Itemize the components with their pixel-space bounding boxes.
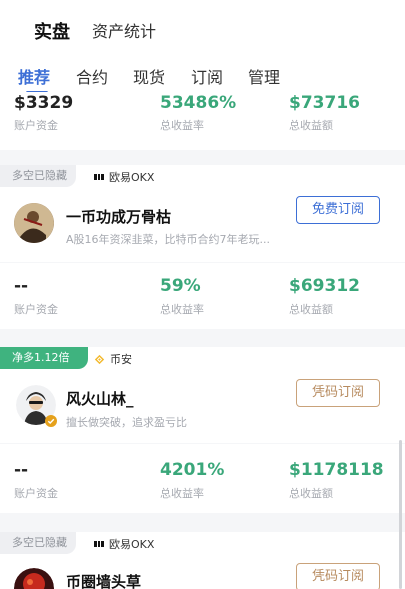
trader-stats-row: $3329 账户资金 53486% 总收益率 $73716 总收益额 <box>0 92 405 150</box>
position-hidden-tag: 多空已隐藏 <box>0 532 76 554</box>
trader-stats-row: -- 账户资金 4201% 总收益率 $1178118 总收益额 <box>0 444 405 513</box>
exchange-name: 欧易OKX <box>109 538 155 551</box>
subtab-subscriptions[interactable]: 订阅 <box>191 64 223 88</box>
total-profit-value: $1178118 <box>289 460 384 480</box>
total-return-rate-label: 总收益率 <box>160 487 204 500</box>
account-capital-label: 账户资金 <box>14 119 58 132</box>
copy-trading-screen: 实盘 资产统计 推荐 合约 现货 订阅 管理 $3329 账户资金 53486%… <box>0 0 405 589</box>
scrollbar[interactable] <box>399 440 402 589</box>
account-capital-value: $3329 <box>14 93 74 113</box>
account-capital-value: -- <box>14 276 29 296</box>
exchange-label: 币安 <box>94 351 132 367</box>
subtab-spot[interactable]: 现货 <box>133 64 165 88</box>
trader-card[interactable]: 多空已隐藏 欧易OKX 币圈墙头草 凭码订阅 <box>0 532 405 589</box>
total-return-rate-label: 总收益率 <box>160 119 204 132</box>
exchange-label: 欧易OKX <box>94 536 154 552</box>
total-return-rate-value: 59% <box>160 276 201 296</box>
total-return-rate-label: 总收益率 <box>160 303 204 316</box>
free-subscribe-button[interactable]: 免费订阅 <box>296 196 380 224</box>
total-return-rate-value: 4201% <box>160 460 225 480</box>
trader-name[interactable]: 一币功成万骨枯 <box>66 206 171 227</box>
trader-description: A股16年资深韭菜，比特币合约7年老玩... <box>66 233 271 246</box>
net-long-tag: 净多1.12倍 <box>0 347 88 369</box>
trader-name[interactable]: 币圈墙头草 <box>66 571 141 589</box>
header: 实盘 资产统计 推荐 合约 现货 订阅 管理 <box>0 0 405 94</box>
tab-asset-statistics[interactable]: 资产统计 <box>92 18 156 42</box>
account-capital-label: 账户资金 <box>14 303 58 316</box>
exchange-label: 欧易OKX <box>94 169 154 185</box>
trader-description: 擅长做突破，追求盈亏比 <box>66 416 187 429</box>
account-capital-label: 账户资金 <box>14 487 58 500</box>
total-profit-value: $73716 <box>289 93 360 113</box>
subtab-recommended[interactable]: 推荐 <box>18 64 50 88</box>
total-return-rate-value: 53486% <box>160 93 237 113</box>
total-profit-label: 总收益额 <box>289 119 333 132</box>
trader-card[interactable]: 净多1.12倍 币安 风火山林_ 擅长做突破，追求盈亏比 凭码订阅 <box>0 347 405 443</box>
exchange-name: 币安 <box>110 353 132 366</box>
total-profit-label: 总收益额 <box>289 303 333 316</box>
verified-badge-icon <box>45 415 57 427</box>
exchange-name: 欧易OKX <box>109 171 155 184</box>
okx-icon <box>94 174 104 180</box>
trader-avatar[interactable] <box>14 568 54 589</box>
trader-name[interactable]: 风火山林_ <box>66 388 134 409</box>
subtab-manage[interactable]: 管理 <box>248 64 280 88</box>
trader-stats-row: -- 账户资金 59% 总收益率 $69312 总收益额 <box>0 263 405 329</box>
okx-icon <box>94 541 104 547</box>
total-profit-value: $69312 <box>289 276 360 296</box>
subtab-contract[interactable]: 合约 <box>76 64 108 88</box>
binance-icon <box>94 354 105 364</box>
total-profit-label: 总收益额 <box>289 487 333 500</box>
account-capital-value: -- <box>14 460 29 480</box>
tab-live-trading[interactable]: 实盘 <box>34 18 70 44</box>
code-subscribe-button[interactable]: 凭码订阅 <box>296 563 380 589</box>
position-hidden-tag: 多空已隐藏 <box>0 165 76 187</box>
trader-avatar[interactable] <box>14 203 54 243</box>
code-subscribe-button[interactable]: 凭码订阅 <box>296 379 380 407</box>
trader-card[interactable]: 多空已隐藏 欧易OKX 一币功成万骨枯 A股16年资深韭菜，比特币合约7年老玩.… <box>0 165 405 262</box>
